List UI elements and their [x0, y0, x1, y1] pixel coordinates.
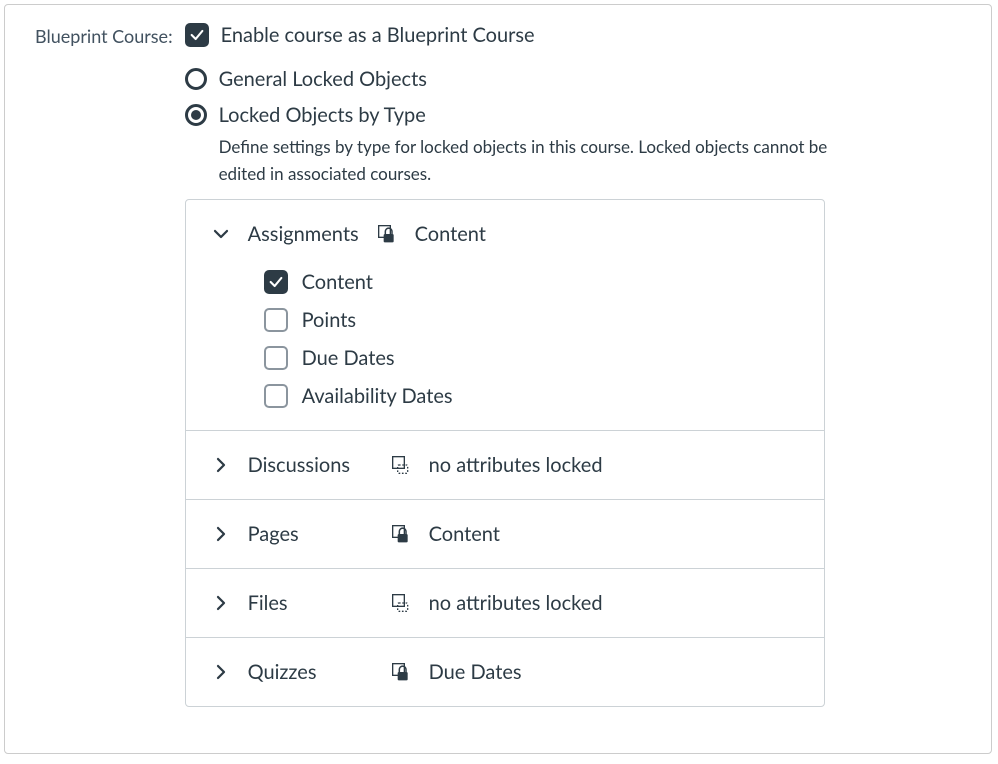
- option-label: Content: [302, 270, 373, 294]
- type-name: Discussions: [248, 453, 373, 477]
- lock-unlocked-icon: [391, 455, 411, 475]
- type-row-assignments[interactable]: Assignments Content: [186, 200, 824, 268]
- lock-unlocked-icon: [391, 593, 411, 613]
- assignments-duedates-checkbox[interactable]: [264, 346, 288, 370]
- type-status: no attributes locked: [429, 453, 603, 477]
- assignments-points-checkbox[interactable]: [264, 308, 288, 332]
- assignments-content-checkbox[interactable]: [264, 270, 288, 294]
- chevron-right-icon: [212, 525, 230, 543]
- enable-blueprint-label: Enable course as a Blueprint Course: [221, 23, 535, 47]
- enable-blueprint-checkbox[interactable]: [185, 23, 209, 47]
- assignments-options: Content Points Due Dates Availabili: [186, 268, 824, 430]
- type-status: Due Dates: [429, 660, 522, 684]
- radio-general-label: General Locked Objects: [219, 67, 427, 91]
- type-status: no attributes locked: [429, 591, 603, 615]
- radio-general-locked[interactable]: [185, 68, 207, 90]
- lock-locked-icon: [391, 524, 411, 544]
- type-name: Quizzes: [248, 660, 373, 684]
- type-status: Content: [429, 522, 500, 546]
- chevron-right-icon: [212, 663, 230, 681]
- radio-by-type[interactable]: [185, 104, 207, 126]
- option-label: Due Dates: [302, 346, 395, 370]
- type-name: Files: [248, 591, 373, 615]
- type-name: Assignments: [248, 222, 373, 246]
- by-type-description: Define settings by type for locked objec…: [219, 133, 859, 187]
- chevron-right-icon: [212, 594, 230, 612]
- type-row-pages[interactable]: Pages Content: [186, 499, 824, 568]
- option-label: Availability Dates: [302, 384, 453, 408]
- option-label: Points: [302, 308, 356, 332]
- type-row-files[interactable]: Files no attributes locked: [186, 568, 824, 637]
- type-row-quizzes[interactable]: Quizzes Due Dates: [186, 637, 824, 706]
- check-icon: [189, 27, 205, 43]
- chevron-right-icon: [212, 456, 230, 474]
- assignments-availability-checkbox[interactable]: [264, 384, 288, 408]
- field-label: Blueprint Course:: [35, 23, 173, 47]
- type-name: Pages: [248, 522, 373, 546]
- lock-locked-icon: [377, 224, 397, 244]
- check-icon: [268, 274, 284, 290]
- lock-locked-icon: [391, 662, 411, 682]
- type-status: Content: [415, 222, 486, 246]
- radio-by-type-label: Locked Objects by Type: [219, 103, 426, 127]
- chevron-down-icon: [212, 225, 230, 243]
- locked-types-container: Assignments Content Content: [185, 199, 825, 707]
- type-row-discussions[interactable]: Discussions no attributes locked: [186, 430, 824, 499]
